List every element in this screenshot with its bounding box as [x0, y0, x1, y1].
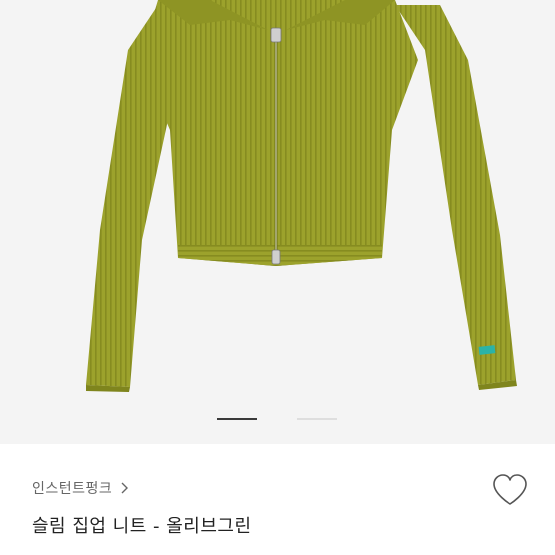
shop-link[interactable]: 인스턴트펑크: [32, 478, 129, 498]
carousel-dot-active[interactable]: [217, 418, 257, 420]
product-title: 슬림 집업 니트 - 올리브그린: [32, 516, 252, 537]
product-image: [86, 0, 517, 392]
carousel-indicator: [0, 418, 555, 422]
product-image-carousel[interactable]: [0, 0, 555, 444]
product-info: 인스턴트펑크 슬림 집업 니트 - 올리브그린: [0, 444, 555, 555]
carousel-dot[interactable]: [297, 418, 337, 420]
chevron-right-icon: [121, 482, 129, 494]
heart-outline-icon[interactable]: [491, 473, 529, 507]
shop-name[interactable]: 인스턴트펑크: [32, 478, 112, 498]
